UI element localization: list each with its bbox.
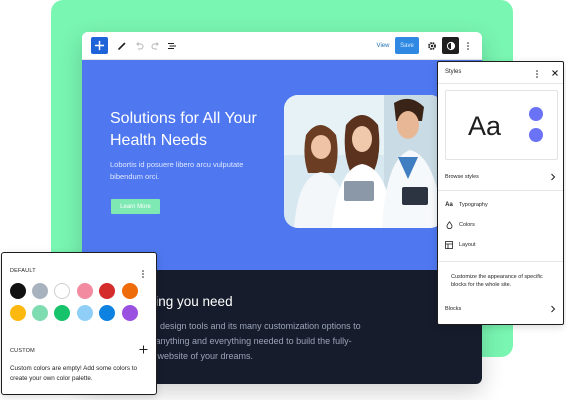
color-swatch[interactable] [99, 305, 115, 321]
features-text-line-1: ve design tools and its many customizati… [148, 321, 361, 331]
half-circle-icon [446, 41, 455, 50]
typography-item[interactable]: Aa Typography [445, 198, 558, 212]
styles-panel: Styles Aa Browse styles Aa Typography Co… [437, 61, 564, 325]
styles-button[interactable] [442, 37, 459, 54]
save-button[interactable]: Save [395, 37, 419, 54]
redo-button[interactable] [148, 38, 164, 54]
healthcare-team-image[interactable] [284, 95, 444, 228]
divider [438, 190, 563, 191]
color-palette-panel: DEFAULT CUSTOM Custom colors are empty! … [1, 252, 157, 395]
palette-more-button[interactable] [139, 266, 147, 278]
tools-button[interactable] [114, 38, 130, 54]
hero-section[interactable]: Solutions for All Your Health Needs Lobo… [82, 60, 482, 270]
color-swatch[interactable] [32, 305, 48, 321]
add-block-button[interactable] [91, 37, 108, 54]
colors-label: Colors [459, 222, 475, 228]
colors-item[interactable]: Colors [445, 218, 558, 232]
typography-label: Typography [459, 202, 488, 208]
vertical-ellipsis-icon [536, 70, 538, 78]
preview-color-dot [529, 107, 543, 121]
layout-item[interactable]: Layout [445, 238, 558, 252]
color-swatch[interactable] [77, 305, 93, 321]
color-swatch[interactable] [122, 305, 138, 321]
undo-button[interactable] [131, 38, 147, 54]
blocks-label: Blocks [445, 306, 462, 312]
preview-color-dot [529, 128, 543, 142]
color-swatch[interactable] [10, 283, 26, 299]
hero-text[interactable]: Lobortis id posuere libero arcu vulputat… [110, 159, 250, 183]
custom-colors-empty-text: Custom colors are empty! Add some colors… [10, 365, 138, 382]
blocks-description: Customize the appearance of specific blo… [451, 274, 543, 288]
plus-icon [94, 40, 105, 51]
redo-icon [151, 42, 159, 50]
style-preview[interactable]: Aa [445, 90, 558, 160]
custom-palette-label: CUSTOM [10, 348, 35, 354]
color-swatch[interactable] [54, 283, 70, 299]
plus-icon [139, 345, 148, 354]
color-swatch[interactable] [32, 283, 48, 299]
editor-toolbar: View Save [82, 32, 482, 60]
features-title-text: thing you need [144, 294, 233, 309]
color-swatch[interactable] [10, 305, 26, 321]
add-color-button[interactable] [139, 345, 148, 354]
styles-more-button[interactable] [534, 67, 540, 79]
color-swatch[interactable] [122, 283, 138, 299]
gear-icon [428, 42, 436, 50]
preview-typography-sample: Aa [468, 111, 502, 141]
chevron-right-icon [551, 173, 556, 181]
blocks-item[interactable]: Blocks [445, 302, 558, 316]
vertical-ellipsis-icon [142, 270, 144, 278]
color-swatch[interactable] [77, 283, 93, 299]
layout-label: Layout [459, 242, 476, 248]
undo-icon [136, 42, 144, 50]
color-swatch[interactable] [99, 283, 115, 299]
divider [438, 261, 563, 262]
options-button[interactable] [463, 38, 473, 54]
vertical-ellipsis-icon [467, 42, 469, 50]
close-button[interactable] [550, 67, 560, 79]
styles-panel-header: Styles [438, 62, 563, 84]
chevron-right-icon [551, 305, 556, 313]
browse-styles-label: Browse styles [445, 174, 479, 180]
hero-title[interactable]: Solutions for All Your Health Needs [110, 108, 280, 152]
close-icon [552, 70, 558, 76]
pen-icon [118, 42, 126, 50]
features-text-line-3: al website of your dreams. [148, 351, 254, 361]
features-text-line-2: e anything and everything needed to buil… [148, 336, 352, 346]
learn-more-button[interactable]: Learn More [111, 199, 160, 214]
view-button[interactable]: View [372, 38, 394, 54]
color-swatch[interactable] [54, 305, 70, 321]
droplet-icon [445, 221, 453, 229]
settings-button[interactable] [424, 38, 440, 54]
layout-icon [445, 241, 453, 249]
typography-icon: Aa [445, 202, 453, 208]
styles-panel-title: Styles [445, 69, 462, 75]
default-palette-label: DEFAULT [10, 268, 36, 274]
list-view-icon [168, 43, 176, 49]
list-view-button[interactable] [164, 38, 180, 54]
browse-styles-item[interactable]: Browse styles [445, 170, 558, 184]
